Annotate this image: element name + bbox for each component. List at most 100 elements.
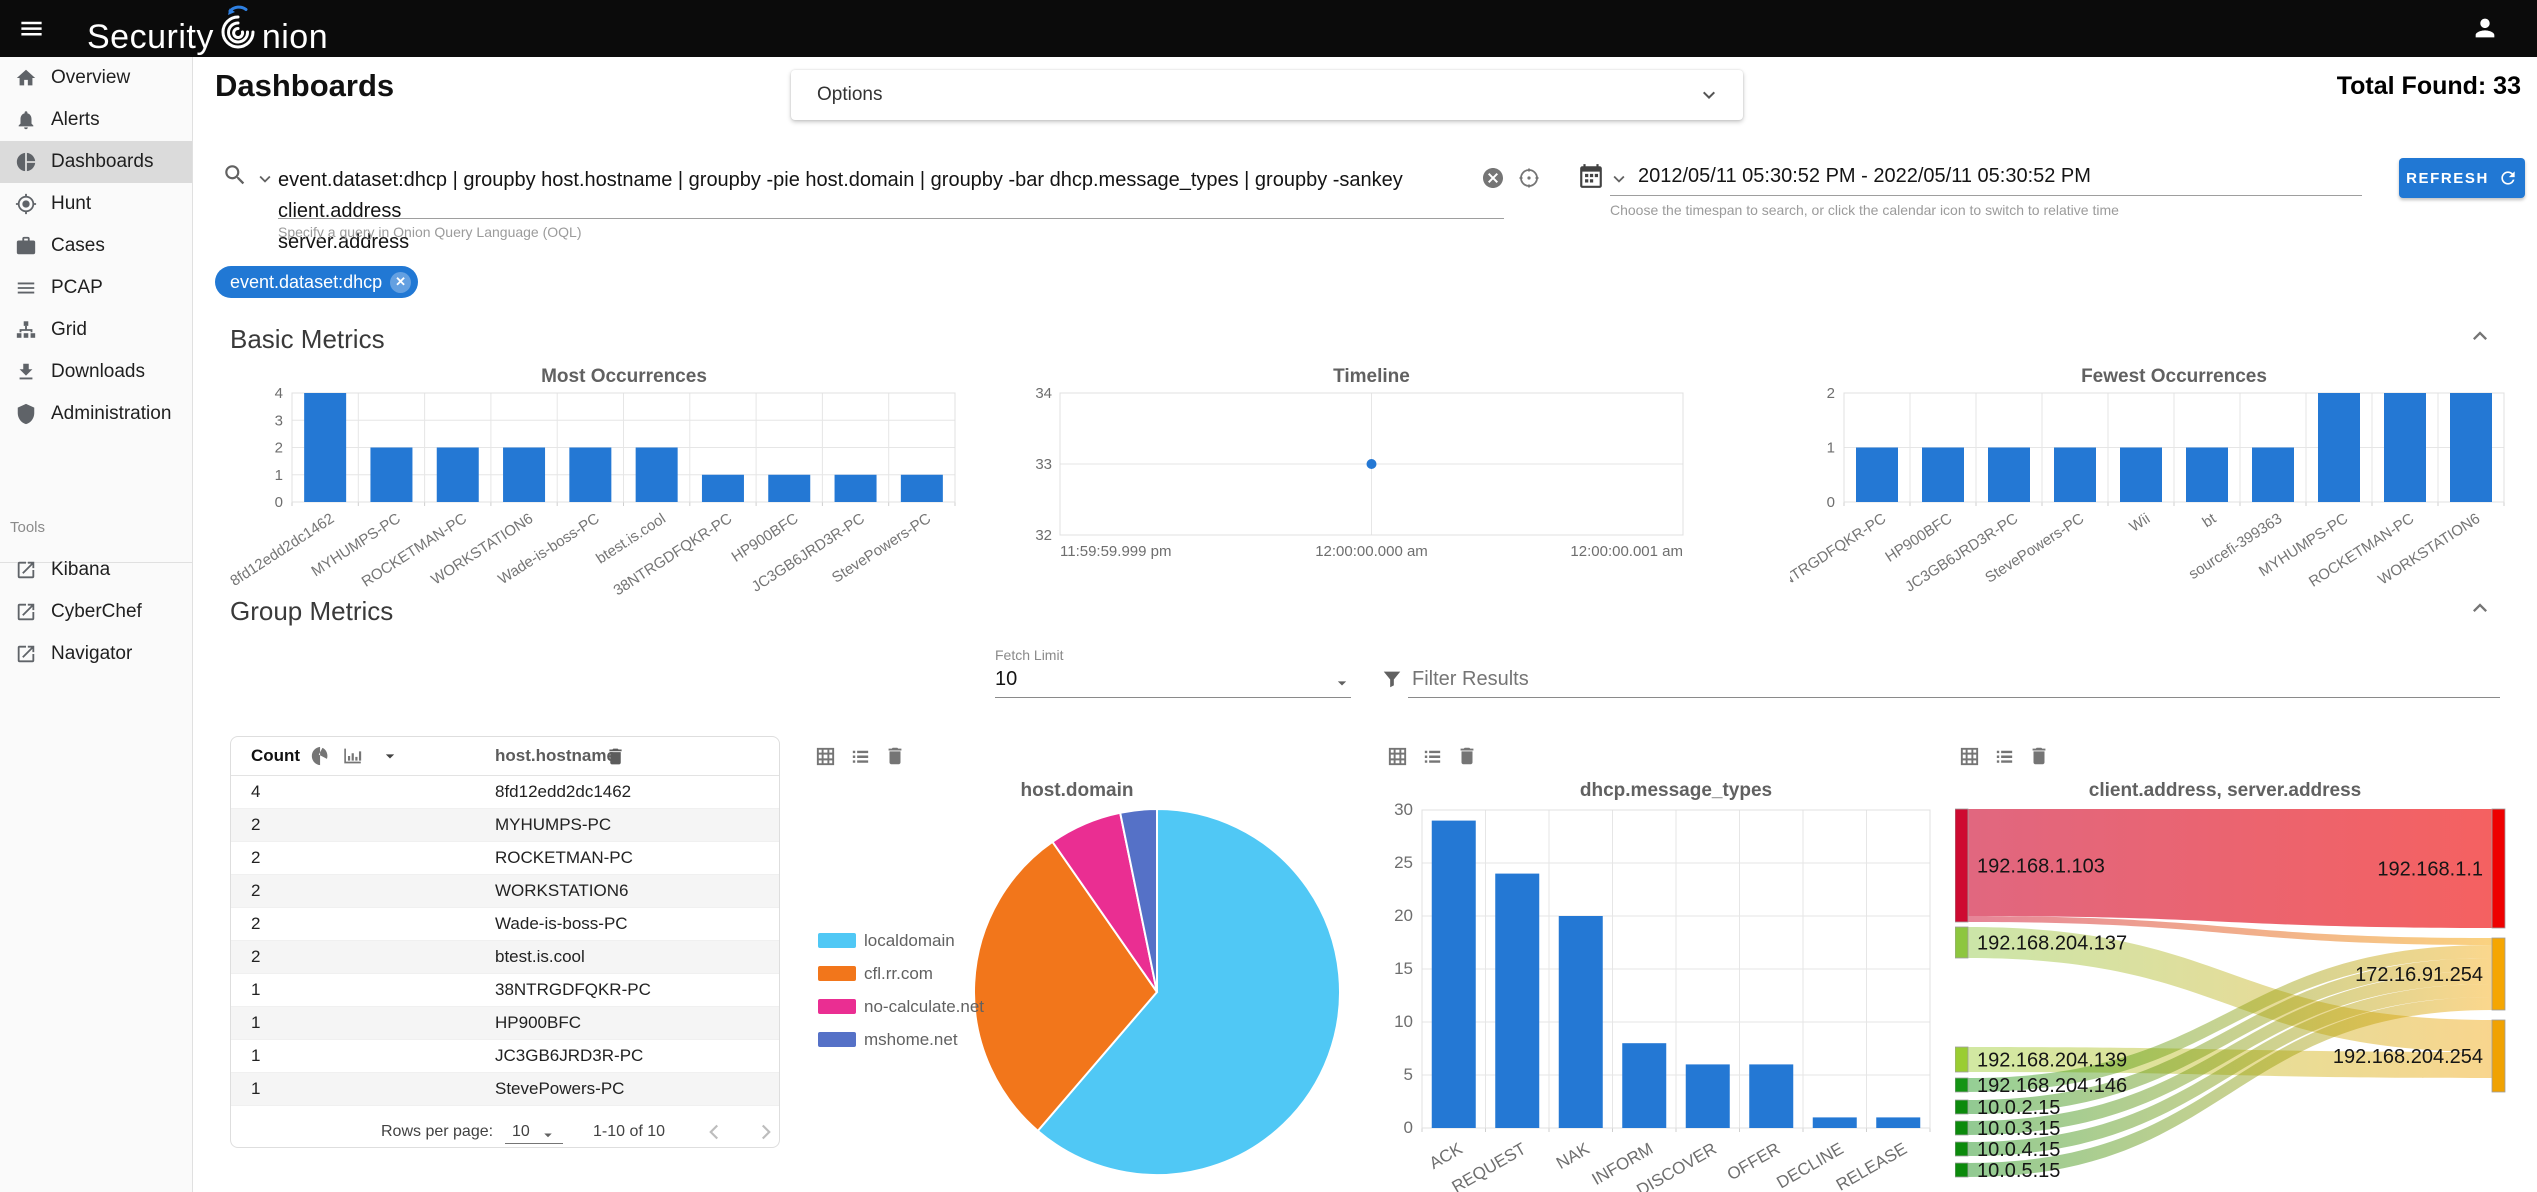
table-view-icon[interactable]	[1386, 745, 1409, 768]
fewest-occurrences-chart[interactable]: Fewest Occurrences01238NTRGDFQKR-PCHP900…	[1790, 365, 2537, 605]
hostname-cell[interactable]: ROCKETMAN-PC	[495, 848, 633, 868]
table-header: Count host.hostname	[231, 737, 779, 776]
table-row[interactable]: 2 btest.is.cool	[231, 941, 779, 974]
count-column-header[interactable]: Count	[251, 746, 300, 766]
svg-text:10.0.3.15: 10.0.3.15	[1977, 1118, 2060, 1140]
date-range-input[interactable]: 2012/05/11 05:30:52 PM - 2022/05/11 05:3…	[1638, 165, 2091, 188]
count-cell[interactable]: 2	[251, 881, 260, 901]
list-view-icon[interactable]	[1993, 745, 2016, 768]
hostname-cell[interactable]: MYHUMPS-PC	[495, 815, 611, 835]
fetch-limit-select[interactable]: 10	[995, 668, 1017, 691]
table-row[interactable]: 1 StevePowers-PC	[231, 1073, 779, 1106]
sidebar-item-dashboards[interactable]: Dashboards	[0, 141, 192, 183]
count-cell[interactable]: 1	[251, 1013, 260, 1033]
sidebar-item-pcap[interactable]: PCAP	[0, 267, 192, 309]
date-dropdown-chevron-icon[interactable]	[1608, 168, 1630, 190]
list-view-icon[interactable]	[1421, 745, 1444, 768]
hostname-cell[interactable]: 38NTRGDFQKR-PC	[495, 980, 651, 1000]
table-row[interactable]: 2 WORKSTATION6	[231, 875, 779, 908]
hunt-query-target-icon[interactable]	[1517, 166, 1541, 190]
search-icon	[225, 165, 245, 185]
count-cell[interactable]: 4	[251, 782, 260, 802]
next-page-icon[interactable]	[753, 1119, 779, 1145]
sankey-panel-toolbar	[1958, 745, 2050, 768]
count-cell[interactable]: 1	[251, 1079, 260, 1099]
hostname-cell[interactable]: WORKSTATION6	[495, 881, 629, 901]
count-cell[interactable]: 2	[251, 914, 260, 934]
table-row[interactable]: 2 MYHUMPS-PC	[231, 809, 779, 842]
host-domain-pie-chart[interactable]: host.domain localdomain cfl.rr.com no-calcu…	[800, 780, 1355, 1192]
menu-icon[interactable]	[18, 15, 45, 42]
sidebar-item-kibana[interactable]: Kibana	[0, 549, 193, 591]
svg-text:Most Occurrences: Most Occurrences	[541, 366, 707, 387]
pie-chart-toggle-icon[interactable]	[310, 745, 332, 767]
sidebar-item-label: Administration	[51, 403, 172, 424]
refresh-button[interactable]: REFRESH	[2399, 158, 2525, 198]
hostname-column-header[interactable]: host.hostname	[495, 746, 616, 766]
table-row[interactable]: 1 JC3GB6JRD3R-PC	[231, 1040, 779, 1073]
user-account-icon[interactable]	[2471, 14, 2499, 42]
sidebar-item-label: CyberChef	[51, 601, 142, 622]
sidebar-item-alerts[interactable]: Alerts	[0, 99, 192, 141]
hostname-cell[interactable]: JC3GB6JRD3R-PC	[495, 1046, 643, 1066]
sidebar-item-label: Cases	[51, 235, 105, 256]
table-view-icon[interactable]	[814, 745, 837, 768]
calendar-icon[interactable]	[1578, 163, 1604, 189]
svg-text:bt: bt	[2199, 510, 2219, 532]
collapse-basic-icon[interactable]	[2466, 322, 2494, 350]
list-view-icon[interactable]	[849, 745, 872, 768]
sidebar-item-navigator[interactable]: Navigator	[0, 633, 193, 675]
sidebar-item-hunt[interactable]: Hunt	[0, 183, 192, 225]
hostname-cell[interactable]: StevePowers-PC	[495, 1079, 624, 1099]
fetch-limit-arrow-icon[interactable]	[1332, 673, 1352, 693]
dhcp-message-types-chart[interactable]: dhcp.message_types051015202530ACKREQUEST…	[1390, 780, 1950, 1192]
most-occurrences-chart[interactable]: Most Occurrences012348fd12edd2dc1462MYHU…	[230, 365, 980, 605]
hostname-cell[interactable]: btest.is.cool	[495, 947, 585, 967]
sort-desc-icon[interactable]	[380, 746, 400, 766]
table-row[interactable]: 1 HP900BFC	[231, 1007, 779, 1040]
svg-text:192.168.1.1: 192.168.1.1	[2377, 859, 2483, 881]
rows-per-page-arrow-icon[interactable]	[539, 1126, 557, 1144]
sidebar-item-cyberchef[interactable]: CyberChef	[0, 591, 193, 633]
options-dropdown[interactable]: Options	[791, 70, 1743, 120]
filter-chip[interactable]: event.dataset:dhcp ✕	[215, 266, 419, 298]
remove-chart-icon[interactable]	[1456, 745, 1478, 767]
rows-per-page-select[interactable]: 10	[512, 1123, 530, 1141]
query-input[interactable]: event.dataset:dhcp | groupby host.hostna…	[278, 165, 1478, 258]
hostname-cell[interactable]: 8fd12edd2dc1462	[495, 782, 631, 802]
svg-text:JC3GB6JRD3R-PC: JC3GB6JRD3R-PC	[749, 510, 868, 596]
app-logo[interactable]: Security nion	[87, 4, 328, 54]
count-cell[interactable]: 1	[251, 980, 260, 1000]
remove-chart-icon[interactable]	[2028, 745, 2050, 767]
table-row[interactable]: 4 8fd12edd2dc1462	[231, 776, 779, 809]
bar-chart-toggle-icon[interactable]	[342, 745, 364, 767]
table-view-icon[interactable]	[1958, 745, 1981, 768]
clear-query-icon[interactable]	[1481, 166, 1505, 190]
count-cell[interactable]: 2	[251, 815, 260, 835]
sidebar-item-label: Downloads	[51, 361, 145, 382]
rows-per-page-label: Rows per page:	[381, 1123, 494, 1140]
table-row[interactable]: 1 38NTRGDFQKR-PC	[231, 974, 779, 1007]
svg-text:1: 1	[1827, 440, 1835, 457]
remove-table-icon[interactable]	[605, 746, 626, 767]
previous-page-icon[interactable]	[701, 1119, 727, 1145]
pie-panel-toolbar	[814, 745, 906, 768]
timeline-chart[interactable]: Timeline 32 33 34 11:59:59.999 pm 12:00:00.00…	[1005, 365, 1725, 605]
count-cell[interactable]: 2	[251, 848, 260, 868]
table-row[interactable]: 2 ROCKETMAN-PC	[231, 842, 779, 875]
sidebar-item-administration[interactable]: Administration	[0, 393, 192, 435]
query-dropdown-chevron-icon[interactable]	[254, 168, 276, 190]
sidebar-item-grid[interactable]: Grid	[0, 309, 192, 351]
hostname-cell[interactable]: Wade-is-boss-PC	[495, 914, 628, 934]
hostname-cell[interactable]: HP900BFC	[495, 1013, 581, 1033]
sidebar-item-overview[interactable]: Overview	[0, 57, 192, 99]
client-server-sankey-chart[interactable]: client.address, server.address 192.168.1.…	[1955, 780, 2537, 1192]
remove-chart-icon[interactable]	[884, 745, 906, 767]
remove-filter-icon[interactable]: ✕	[390, 271, 412, 293]
count-cell[interactable]: 2	[251, 947, 260, 967]
sidebar-item-downloads[interactable]: Downloads	[0, 351, 192, 393]
filter-results-input[interactable]: Filter Results	[1412, 668, 1529, 691]
sidebar-item-cases[interactable]: Cases	[0, 225, 192, 267]
table-row[interactable]: 2 Wade-is-boss-PC	[231, 908, 779, 941]
count-cell[interactable]: 1	[251, 1046, 260, 1066]
